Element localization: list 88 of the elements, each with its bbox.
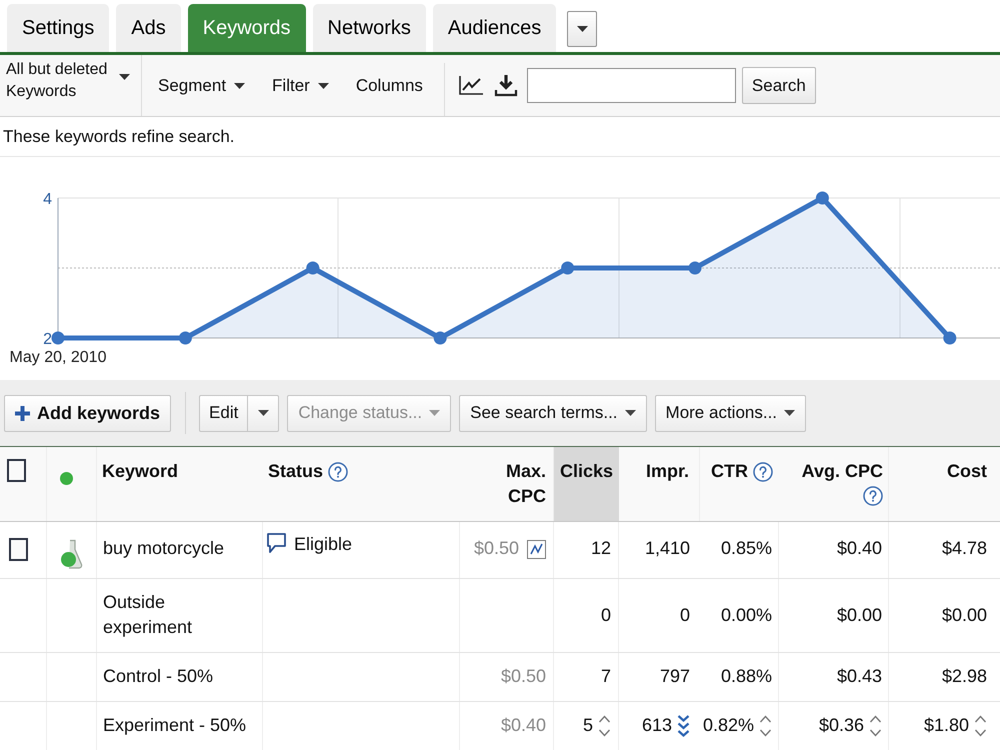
plus-icon	[15, 406, 30, 420]
column-header[interactable]: Avg. CPC	[802, 459, 883, 484]
more-tabs-button[interactable]	[567, 11, 598, 47]
edit-button[interactable]: Edit	[199, 394, 248, 432]
help-icon[interactable]	[753, 462, 773, 482]
table-cell-text: $1.80	[924, 714, 969, 737]
search-field[interactable]	[526, 68, 736, 103]
chart-point	[178, 332, 192, 344]
add-keywords-button[interactable]: Add keywords	[4, 394, 172, 432]
column-header[interactable]: Impr.	[646, 459, 689, 484]
caret-icon	[429, 410, 440, 416]
up-down-chevron-icon	[598, 714, 611, 738]
help-icon[interactable]	[863, 486, 883, 506]
caret-icon	[258, 410, 269, 416]
keyword-text: Experiment - 50%	[103, 714, 248, 737]
axis-label: 4	[43, 191, 52, 208]
menu-button[interactable]: Filter	[272, 72, 329, 98]
speech-bubble-icon[interactable]	[267, 533, 286, 554]
table-cell-text: 613	[642, 714, 672, 737]
chart-point	[816, 192, 829, 204]
flask-status-icon	[60, 539, 83, 570]
caret-icon	[784, 410, 796, 416]
chart-point	[688, 262, 702, 274]
dropdown-button[interactable]: See search terms...	[459, 394, 647, 432]
chart-point	[434, 332, 447, 344]
download-icon[interactable]	[494, 74, 518, 96]
up-down-chevron-icon	[974, 714, 987, 738]
chart-icon[interactable]	[527, 540, 546, 559]
table-cell-text: 0.88%	[720, 665, 772, 688]
axis-label: 2	[43, 331, 52, 348]
edit-menu-button[interactable]	[248, 394, 280, 432]
checkbox[interactable]	[7, 459, 26, 482]
table-cell-text: $4.78	[942, 537, 987, 560]
caret-icon	[624, 410, 636, 416]
column-header[interactable]: Max. CPC	[490, 459, 546, 509]
table-cell-text: 0	[680, 604, 690, 626]
caret-icon	[234, 82, 246, 88]
tab[interactable]: Settings	[7, 4, 110, 52]
menu-link[interactable]: Columns	[356, 72, 423, 98]
table-cell-text: 12	[590, 537, 611, 560]
axis-label: May 20, 2010	[10, 349, 106, 366]
table-cell-text: $0.36	[818, 714, 864, 737]
search-button[interactable]: Search	[742, 67, 816, 104]
table-cell-text: $0.00	[836, 604, 882, 626]
status-text: Eligible	[294, 533, 352, 556]
caret-icon	[318, 82, 329, 88]
view-filter-dropdown[interactable]: All but deleted Keywords	[6, 59, 130, 103]
bid-text: $0.50	[500, 665, 546, 688]
column-header[interactable]: Status	[268, 459, 324, 484]
info-text: These keywords refine search.	[3, 126, 234, 148]
table-cell-text: 0.82%	[702, 714, 754, 737]
table-cell-text: $2.98	[942, 665, 987, 688]
checkbox[interactable]	[9, 538, 28, 561]
table-cell-text: 0.85%	[720, 537, 772, 560]
dropdown-button[interactable]: More actions...	[654, 394, 806, 432]
up-down-chevron-icon	[869, 714, 882, 738]
up-down-chevron-icon	[759, 714, 772, 738]
table-cell-text: $0.40	[836, 537, 882, 560]
table-cell-text: 5	[582, 714, 593, 737]
column-header[interactable]: Cost	[947, 459, 987, 484]
chart-point	[943, 332, 956, 344]
help-icon[interactable]	[328, 462, 348, 482]
tab[interactable]: Networks	[312, 4, 426, 52]
tab[interactable]: Ads	[116, 4, 181, 52]
bid-text: $0.40	[500, 714, 546, 737]
table-cell-text: 7	[600, 665, 611, 688]
menu-button[interactable]: Segment	[158, 72, 246, 98]
triple-chevron-down-icon	[677, 714, 690, 738]
column-header[interactable]: Keyword	[102, 459, 178, 484]
status-dot-icon	[60, 472, 73, 485]
caret-icon	[119, 74, 130, 80]
chart-point	[52, 332, 64, 344]
keyword-text: Outside experiment	[103, 591, 194, 639]
table-cell-text: 797	[660, 665, 690, 688]
column-header[interactable]: CTR	[711, 459, 748, 484]
table-cell-text: 0.00%	[720, 604, 772, 626]
keyword-text: Control - 50%	[103, 665, 214, 688]
chart-point	[561, 262, 574, 274]
table-cell-text: $0.00	[942, 604, 987, 626]
line-chart-icon[interactable]	[458, 76, 483, 95]
chart-point	[306, 262, 320, 274]
tab[interactable]: Keywords	[188, 4, 306, 52]
table-cell-text: 0	[600, 604, 611, 626]
tab[interactable]: Audiences	[432, 4, 556, 52]
table-cell-text: 1,410	[644, 537, 690, 560]
caret-icon	[576, 26, 588, 32]
table-cell-text: $0.43	[836, 665, 882, 688]
bid-text: $0.50	[474, 537, 519, 560]
